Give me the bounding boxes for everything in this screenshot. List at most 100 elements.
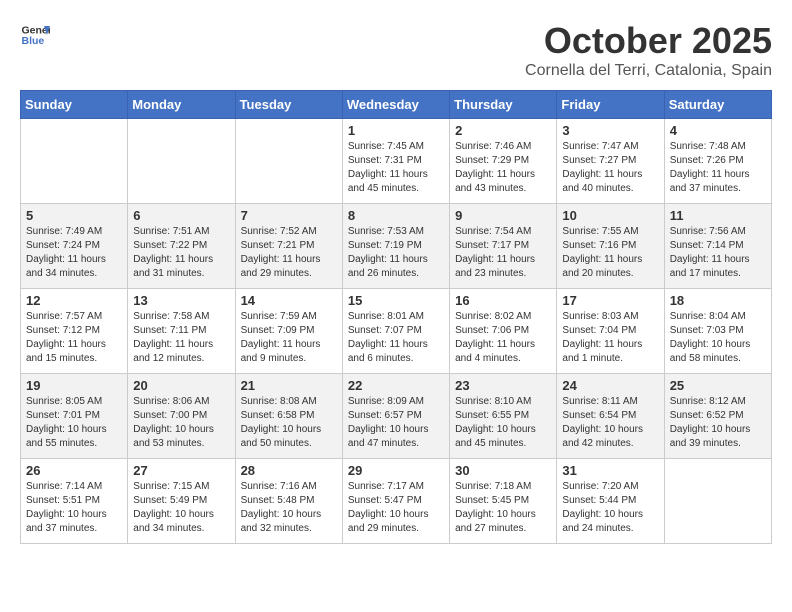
- day-info: Sunrise: 7:51 AM Sunset: 7:22 PM Dayligh…: [133, 225, 229, 281]
- day-info: Sunrise: 7:52 AM Sunset: 7:21 PM Dayligh…: [241, 225, 337, 281]
- day-number: 30: [455, 463, 551, 478]
- calendar-cell: 6 Sunrise: 7:51 AM Sunset: 7:22 PM Daylig…: [128, 204, 235, 289]
- week-row-4: 26Sunrise: 7:14 AM Sunset: 5:51 PM Dayli…: [21, 459, 772, 544]
- calendar-cell: 11 Sunrise: 7:56 AM Sunset: 7:14 PM Dayli…: [664, 204, 771, 289]
- day-info: Sunrise: 8:02 AM Sunset: 7:06 PM Dayligh…: [455, 310, 551, 366]
- day-info: Sunrise: 8:04 AM Sunset: 7:03 PM Dayligh…: [670, 310, 766, 366]
- week-row-1: 5Sunrise: 7:49 AM Sunset: 7:24 PM Daylig…: [21, 204, 772, 289]
- day-number: 22: [348, 378, 444, 393]
- day-header-thursday: Thursday: [450, 91, 557, 119]
- day-number: 9: [455, 208, 551, 223]
- calendar-cell: 3 Sunrise: 7:47 AM Sunset: 7:27 PM Daylig…: [557, 119, 664, 204]
- calendar-cell: 12Sunrise: 7:57 AM Sunset: 7:12 PM Dayli…: [21, 289, 128, 374]
- day-header-monday: Monday: [128, 91, 235, 119]
- title-section: October 2025 Cornella del Terri, Catalon…: [525, 20, 772, 80]
- calendar-cell: 13 Sunrise: 7:58 AM Sunset: 7:11 PM Dayli…: [128, 289, 235, 374]
- day-header-friday: Friday: [557, 91, 664, 119]
- day-number: 25: [670, 378, 766, 393]
- svg-text:Blue: Blue: [22, 35, 45, 47]
- day-number: 3: [562, 123, 658, 138]
- day-info: Sunrise: 7:45 AM Sunset: 7:31 PM Dayligh…: [348, 140, 444, 196]
- day-info: Sunrise: 7:54 AM Sunset: 7:17 PM Dayligh…: [455, 225, 551, 281]
- calendar-cell: 8 Sunrise: 7:53 AM Sunset: 7:19 PM Daylig…: [342, 204, 449, 289]
- calendar-cell: 23 Sunrise: 8:10 AM Sunset: 6:55 PM Dayli…: [450, 374, 557, 459]
- day-header-wednesday: Wednesday: [342, 91, 449, 119]
- calendar-cell: 27 Sunrise: 7:15 AM Sunset: 5:49 PM Dayli…: [128, 459, 235, 544]
- calendar-cell: 16 Sunrise: 8:02 AM Sunset: 7:06 PM Dayli…: [450, 289, 557, 374]
- day-number: 27: [133, 463, 229, 478]
- calendar-cell: 4Sunrise: 7:48 AM Sunset: 7:26 PM Daylig…: [664, 119, 771, 204]
- day-number: 15: [348, 293, 444, 308]
- week-row-3: 19Sunrise: 8:05 AM Sunset: 7:01 PM Dayli…: [21, 374, 772, 459]
- day-header-tuesday: Tuesday: [235, 91, 342, 119]
- calendar-cell: 25 Sunrise: 8:12 AM Sunset: 6:52 PM Dayli…: [664, 374, 771, 459]
- day-number: 8: [348, 208, 444, 223]
- days-header-row: SundayMondayTuesdayWednesdayThursdayFrid…: [21, 91, 772, 119]
- day-number: 16: [455, 293, 551, 308]
- day-info: Sunrise: 7:47 AM Sunset: 7:27 PM Dayligh…: [562, 140, 658, 196]
- day-number: 24: [562, 378, 658, 393]
- day-info: Sunrise: 8:11 AM Sunset: 6:54 PM Dayligh…: [562, 395, 658, 451]
- day-number: 23: [455, 378, 551, 393]
- day-number: 20: [133, 378, 229, 393]
- calendar-cell: 24 Sunrise: 8:11 AM Sunset: 6:54 PM Dayli…: [557, 374, 664, 459]
- calendar-cell: 5Sunrise: 7:49 AM Sunset: 7:24 PM Daylig…: [21, 204, 128, 289]
- day-number: 1: [348, 123, 444, 138]
- day-info: Sunrise: 7:17 AM Sunset: 5:47 PM Dayligh…: [348, 480, 444, 536]
- day-number: 2: [455, 123, 551, 138]
- day-info: Sunrise: 8:08 AM Sunset: 6:58 PM Dayligh…: [241, 395, 337, 451]
- calendar-cell: 14 Sunrise: 7:59 AM Sunset: 7:09 PM Dayli…: [235, 289, 342, 374]
- day-number: 17: [562, 293, 658, 308]
- day-info: Sunrise: 7:53 AM Sunset: 7:19 PM Dayligh…: [348, 225, 444, 281]
- calendar-cell: [128, 119, 235, 204]
- day-number: 5: [26, 208, 122, 223]
- day-info: Sunrise: 8:03 AM Sunset: 7:04 PM Dayligh…: [562, 310, 658, 366]
- calendar-cell: 15Sunrise: 8:01 AM Sunset: 7:07 PM Dayli…: [342, 289, 449, 374]
- day-number: 28: [241, 463, 337, 478]
- day-number: 13: [133, 293, 229, 308]
- day-info: Sunrise: 8:10 AM Sunset: 6:55 PM Dayligh…: [455, 395, 551, 451]
- day-info: Sunrise: 7:18 AM Sunset: 5:45 PM Dayligh…: [455, 480, 551, 536]
- day-info: Sunrise: 7:46 AM Sunset: 7:29 PM Dayligh…: [455, 140, 551, 196]
- day-header-sunday: Sunday: [21, 91, 128, 119]
- week-row-0: 1 Sunrise: 7:45 AM Sunset: 7:31 PM Daylig…: [21, 119, 772, 204]
- logo-icon: General Blue: [20, 20, 50, 50]
- day-number: 4: [670, 123, 766, 138]
- day-number: 6: [133, 208, 229, 223]
- calendar-cell: 26Sunrise: 7:14 AM Sunset: 5:51 PM Dayli…: [21, 459, 128, 544]
- day-info: Sunrise: 7:58 AM Sunset: 7:11 PM Dayligh…: [133, 310, 229, 366]
- calendar-cell: 29 Sunrise: 7:17 AM Sunset: 5:47 PM Dayli…: [342, 459, 449, 544]
- day-number: 21: [241, 378, 337, 393]
- month-title: October 2025: [525, 20, 772, 62]
- calendar-cell: 18Sunrise: 8:04 AM Sunset: 7:03 PM Dayli…: [664, 289, 771, 374]
- calendar-cell: 31Sunrise: 7:20 AM Sunset: 5:44 PM Dayli…: [557, 459, 664, 544]
- calendar-cell: [664, 459, 771, 544]
- day-number: 12: [26, 293, 122, 308]
- calendar-cell: [21, 119, 128, 204]
- calendar-cell: 21 Sunrise: 8:08 AM Sunset: 6:58 PM Dayli…: [235, 374, 342, 459]
- day-header-saturday: Saturday: [664, 91, 771, 119]
- day-info: Sunrise: 7:59 AM Sunset: 7:09 PM Dayligh…: [241, 310, 337, 366]
- week-row-2: 12Sunrise: 7:57 AM Sunset: 7:12 PM Dayli…: [21, 289, 772, 374]
- calendar-cell: 9 Sunrise: 7:54 AM Sunset: 7:17 PM Daylig…: [450, 204, 557, 289]
- day-number: 29: [348, 463, 444, 478]
- logo: General Blue: [20, 20, 50, 50]
- day-info: Sunrise: 7:15 AM Sunset: 5:49 PM Dayligh…: [133, 480, 229, 536]
- location-title: Cornella del Terri, Catalonia, Spain: [525, 62, 772, 80]
- day-info: Sunrise: 8:06 AM Sunset: 7:00 PM Dayligh…: [133, 395, 229, 451]
- calendar-cell: [235, 119, 342, 204]
- day-number: 14: [241, 293, 337, 308]
- header: General Blue October 2025 Cornella del T…: [20, 20, 772, 80]
- day-info: Sunrise: 7:14 AM Sunset: 5:51 PM Dayligh…: [26, 480, 122, 536]
- day-number: 10: [562, 208, 658, 223]
- calendar-cell: 28 Sunrise: 7:16 AM Sunset: 5:48 PM Dayli…: [235, 459, 342, 544]
- calendar-cell: 20 Sunrise: 8:06 AM Sunset: 7:00 PM Dayli…: [128, 374, 235, 459]
- day-info: Sunrise: 8:12 AM Sunset: 6:52 PM Dayligh…: [670, 395, 766, 451]
- day-info: Sunrise: 7:16 AM Sunset: 5:48 PM Dayligh…: [241, 480, 337, 536]
- day-info: Sunrise: 8:05 AM Sunset: 7:01 PM Dayligh…: [26, 395, 122, 451]
- day-number: 11: [670, 208, 766, 223]
- day-info: Sunrise: 7:56 AM Sunset: 7:14 PM Dayligh…: [670, 225, 766, 281]
- day-info: Sunrise: 7:20 AM Sunset: 5:44 PM Dayligh…: [562, 480, 658, 536]
- calendar-cell: 17 Sunrise: 8:03 AM Sunset: 7:04 PM Dayli…: [557, 289, 664, 374]
- calendar-cell: 2 Sunrise: 7:46 AM Sunset: 7:29 PM Daylig…: [450, 119, 557, 204]
